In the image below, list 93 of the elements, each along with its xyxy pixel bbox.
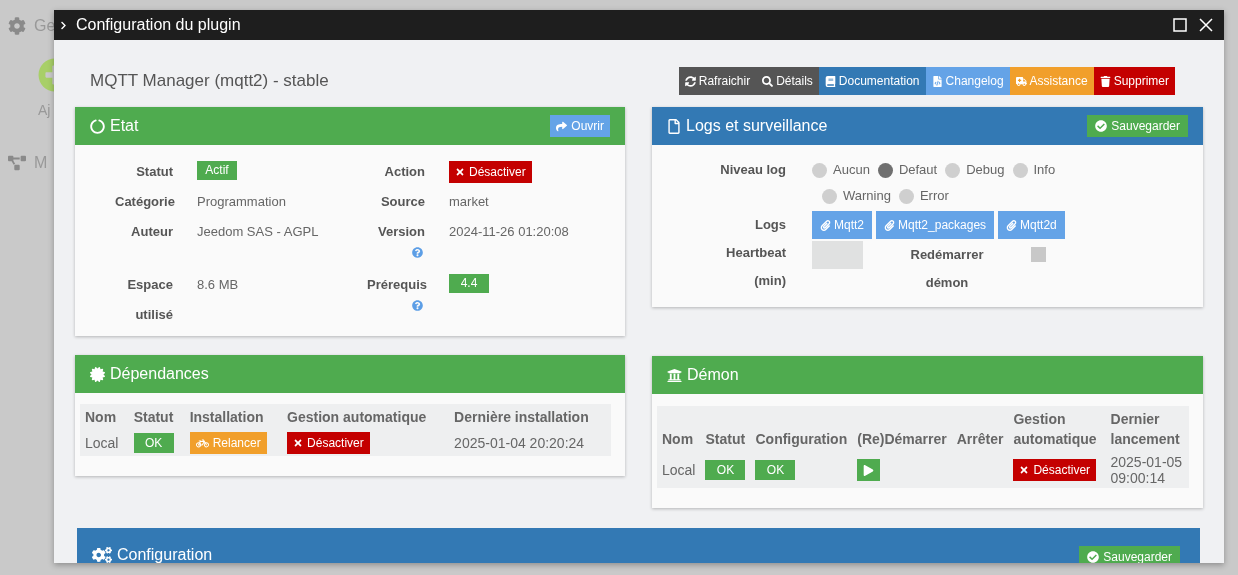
column-header: Statut [133,409,174,425]
field-label: Version [378,223,425,241]
paperclip-icon [1006,219,1018,231]
field-label: Niveau log [719,161,786,179]
column-header: Nom [85,409,117,425]
radio-option[interactable]: Defaut [877,157,938,183]
deactivate-button[interactable]: Désactiver [287,432,370,454]
radio-button[interactable] [822,188,837,204]
field-value: 8.6 MB [197,276,239,294]
field-label: Statut [136,163,173,181]
status-badge: OK [705,460,746,480]
column-header: (Re)Démarrer [857,431,947,447]
status-badge: 4.4 [449,274,489,293]
column-header: Dernier lancement [1110,411,1180,447]
field-label: Catégorie [115,193,173,211]
plugin-title: MQTT Manager (mqtt2) - stable [90,70,329,93]
field-label: Logs [753,216,786,234]
toolbar-button[interactable]: Détails [756,67,819,95]
column-header: Installation [189,409,264,425]
radio-button[interactable] [877,162,893,178]
radio-option[interactable]: Error [898,183,949,209]
panel-title: Démon [687,365,739,385]
status-badge: OK [133,433,174,453]
cogs-icon [92,547,112,563]
badge-icon [90,366,105,382]
save-button[interactable]: Sauvegarder [1087,115,1188,137]
field-value: Jeedom SAS - AGPL [197,223,319,241]
column-header: Arrêter [956,431,1004,447]
chevron-icon [59,20,68,30]
close-icon [293,438,304,448]
panel-title: Dépendances [110,364,209,384]
panel-title: Configuration [117,545,213,563]
spinner-icon [90,118,105,134]
status-badge: Actif [197,161,237,180]
play-icon [863,464,875,476]
hierarchy-icon [8,154,26,172]
column-header: Gestion automatique [287,409,427,425]
field-value: 2024-11-26 01:20:08 [449,223,569,241]
deactivate-button[interactable]: Désactiver [1013,459,1097,481]
trash-icon [1099,75,1111,87]
radio-option[interactable]: Aucun [812,157,870,183]
input-field[interactable] [812,241,863,269]
close-icon[interactable] [1199,18,1213,32]
maximize-icon[interactable] [1173,18,1187,32]
search-icon [762,75,774,87]
book-icon [824,75,836,87]
share-arrow-icon [556,120,568,132]
panel-title: Etat [110,116,139,136]
ambulance-icon [1015,75,1027,87]
radio-button[interactable] [812,162,827,178]
column-header: Gestion automatique [1013,411,1097,447]
radio-button[interactable] [1012,162,1028,178]
field-label: Heartbeat (min) [725,244,786,290]
save-button[interactable]: Sauvegarder [1079,546,1180,563]
radio-option[interactable]: Warning [822,183,891,209]
field-label: Espace utilisé [126,276,173,324]
window-title: Configuration du plugin [76,15,241,35]
toolbar-button[interactable]: Rafraichir [678,67,757,95]
field-label: Action [384,163,425,181]
gear-icon [8,17,26,35]
toolbar-button[interactable]: Supprimer [1093,67,1175,95]
paperclip-icon [820,219,831,231]
field-label: Redémarrer démon [909,246,985,292]
radio-button[interactable] [898,188,914,204]
file-icon [667,118,681,134]
table-cell-text: 2025-01-04 20:20:24 [454,435,586,451]
column-header: Statut [705,431,746,447]
radio-button[interactable] [945,162,961,178]
field-label: Auteur [131,223,173,241]
checkbox[interactable] [1031,247,1046,262]
deactivate-button[interactable]: Désactiver [449,161,532,183]
field-label: Source [380,193,425,211]
table-cell: 2025-01-05 09:00:14 [1110,454,1184,486]
status-badge: OK [755,460,796,480]
play-button[interactable] [857,459,881,481]
table-cell-text: Local [85,435,120,451]
field-label: Prérequis [367,276,425,294]
field-value: Programmation [197,193,286,211]
table-cell: Local [662,462,696,478]
field-value: market [449,193,489,211]
column-header: Configuration [755,431,848,447]
toolbar-button[interactable]: Documentation [818,67,926,95]
column-header: Dernière installation [454,409,589,425]
radio-option[interactable]: Debug [945,157,1005,183]
institution-icon [667,367,682,383]
radio-option[interactable]: Info [1012,157,1056,183]
close-icon [1019,465,1030,475]
paperclip-icon [884,219,895,231]
panel-title: Logs et surveillance [686,116,828,136]
column-header: Nom [662,431,694,447]
close-icon [455,167,465,177]
refresh-icon [684,75,696,87]
file-code-icon [931,75,943,87]
